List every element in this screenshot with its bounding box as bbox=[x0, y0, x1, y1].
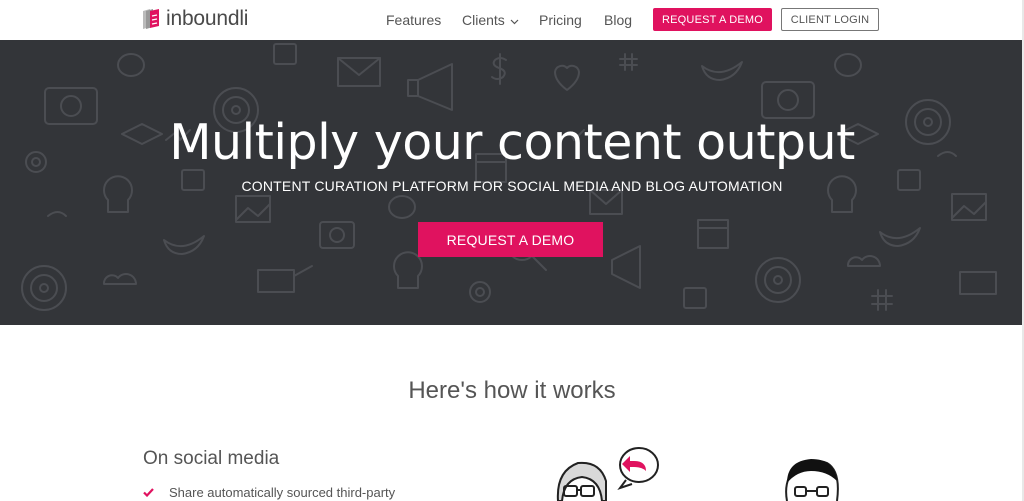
hero-section: Multiply your content output CONTENT CUR… bbox=[0, 40, 1024, 325]
logo-icon bbox=[143, 9, 159, 29]
brand-name: inboundli bbox=[166, 7, 249, 30]
site-header: inboundli Features Clients Pricing Blog … bbox=[0, 0, 1024, 40]
client-login-button[interactable]: CLIENT LOGIN bbox=[781, 8, 879, 31]
nav-clients-label: Clients bbox=[462, 12, 505, 28]
brand-logo[interactable]: inboundli bbox=[141, 7, 248, 31]
nav-pricing[interactable]: Pricing bbox=[539, 0, 582, 40]
chevron-down-icon bbox=[510, 12, 519, 28]
list-item: Share automatically sourced third-party bbox=[143, 485, 395, 500]
hero-title: Multiply your content output bbox=[169, 114, 855, 171]
how-it-works-heading: Here's how it works bbox=[408, 377, 616, 404]
hero-request-demo-button[interactable]: REQUEST A DEMO bbox=[418, 222, 603, 257]
hero-subtitle: CONTENT CURATION PLATFORM FOR SOCIAL MED… bbox=[241, 178, 783, 194]
reply-person-illustration bbox=[556, 447, 659, 501]
checkmark-icon bbox=[143, 488, 157, 497]
nav-clients[interactable]: Clients bbox=[462, 0, 519, 40]
social-media-heading: On social media bbox=[143, 448, 280, 469]
dark-hair-person-illustration bbox=[785, 459, 839, 501]
nav-features[interactable]: Features bbox=[386, 0, 441, 40]
nav-blog[interactable]: Blog bbox=[604, 0, 632, 40]
bullet-text: Share automatically sourced third-party bbox=[169, 485, 396, 500]
request-demo-button[interactable]: REQUEST A DEMO bbox=[653, 8, 772, 31]
